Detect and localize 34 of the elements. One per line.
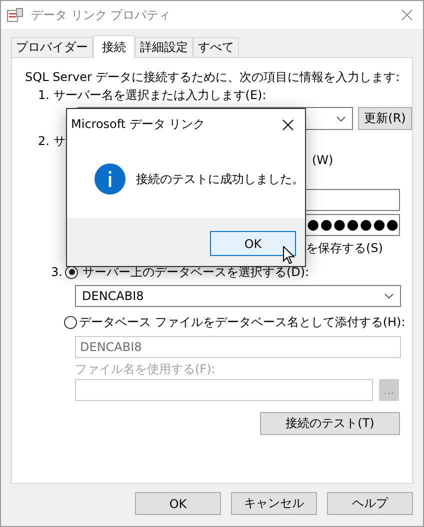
dialog-button[interactable]: ヘルプ xyxy=(327,492,413,515)
window-title: データ リンク プロパティ xyxy=(31,6,171,24)
instruction-text: SQL Server データに接続するために、次の項目に情報を入力します: xyxy=(25,69,401,86)
option-label: (W) xyxy=(312,153,334,169)
mouse-cursor-icon xyxy=(283,246,295,265)
combo-value: DENCABI8 xyxy=(82,289,144,303)
step-label: 2. サ xyxy=(38,133,66,150)
radio-label: データベース ファイルをデータベース名として添付する(H): xyxy=(79,314,406,330)
step-number: 3. xyxy=(51,265,62,279)
test-connection-button[interactable]: 接続のテスト(T) xyxy=(260,412,400,435)
tab[interactable]: 接続 xyxy=(93,35,135,58)
step-label: 1. サーバー名を選択または入力します(E): xyxy=(38,87,268,104)
tab[interactable]: すべて xyxy=(193,37,239,57)
ok-button[interactable]: OK xyxy=(210,231,296,256)
dialog-title: Microsoft データ リンク xyxy=(71,116,206,133)
file-name-label: ファイル名を使用する(F): xyxy=(75,361,216,378)
checkbox-label: を保存する(S) xyxy=(306,240,384,257)
info-icon xyxy=(94,163,126,195)
close-icon[interactable] xyxy=(282,118,294,130)
user-name-field[interactable] xyxy=(305,189,400,211)
chevron-down-icon xyxy=(336,116,346,122)
dialog-button[interactable]: OK xyxy=(135,492,221,515)
database-combo[interactable]: DENCABI8 xyxy=(75,285,401,307)
file-name-field[interactable] xyxy=(75,379,373,401)
database-name-field[interactable]: DENCABI8 xyxy=(75,336,401,358)
window-icon xyxy=(7,8,23,22)
refresh-button[interactable]: 更新(R) xyxy=(358,107,412,130)
tab[interactable]: 詳細設定 xyxy=(135,37,193,57)
tab[interactable]: プロバイダー xyxy=(11,37,93,57)
password-field[interactable]: ●●●●●●● xyxy=(305,214,400,236)
chevron-down-icon xyxy=(384,293,394,299)
dialog-button[interactable]: キャンセル xyxy=(231,492,317,515)
radio-button[interactable] xyxy=(64,316,77,328)
message-text: 接続のテストに成功しました。 xyxy=(136,170,304,188)
